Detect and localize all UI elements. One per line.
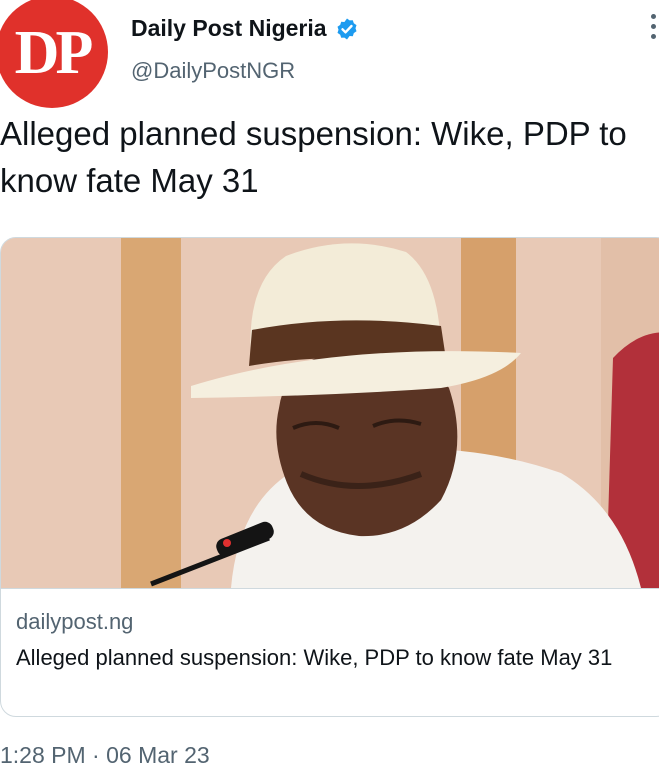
card-title: Alleged planned suspension: Wike, PDP to… (16, 645, 613, 670)
account-handle[interactable]: @DailyPostNGR (131, 58, 295, 84)
card-meta[interactable]: dailypost.ng Alleged planned suspension:… (1, 588, 659, 670)
verified-badge-icon (337, 18, 357, 39)
photo-icon (1, 238, 659, 588)
author-name-row: Daily Post Nigeria (131, 15, 359, 42)
tweet-timestamp[interactable]: 1:28 PM · 06 Mar 23 (0, 742, 210, 769)
more-vertical-icon[interactable] (649, 14, 659, 44)
link-card[interactable]: dailypost.ng Alleged planned suspension:… (0, 237, 659, 717)
tweet-text: Alleged planned suspension: Wike, PDP to… (0, 115, 627, 199)
avatar[interactable]: DP (0, 0, 108, 108)
card-image[interactable] (1, 238, 659, 588)
card-domain: dailypost.ng (16, 609, 134, 634)
avatar-logo-text: DP (14, 18, 94, 87)
display-name[interactable]: Daily Post Nigeria (131, 15, 327, 42)
